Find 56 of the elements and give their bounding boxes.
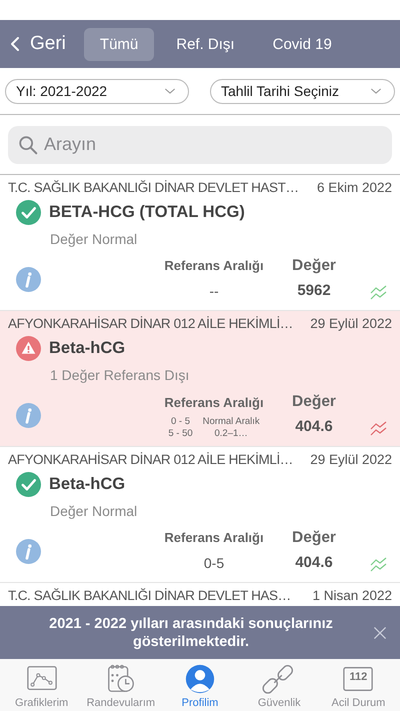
tab-bar-item[interactable]: Profilim xyxy=(160,659,240,711)
filter-tab[interactable]: Ref. Dışı xyxy=(160,28,251,60)
column-label: Değer xyxy=(292,392,336,412)
banner-message: 2021 - 2022 yılları arasındaki sonuçlarınız gösterilmektedir. xyxy=(48,614,334,650)
info-icon[interactable] xyxy=(16,266,41,292)
result-date: 29 Eylül 2022 xyxy=(310,316,392,331)
search-icon xyxy=(17,134,39,156)
result-summary: Değer Normal xyxy=(49,502,138,521)
column-label: Değer xyxy=(292,256,336,276)
reference-range: 5 - 50 xyxy=(168,428,193,440)
result-date: 29 Eylül 2022 xyxy=(310,452,392,467)
result-value: 5962 xyxy=(297,281,331,301)
column-label: Değer xyxy=(292,528,336,548)
reference-range: -- xyxy=(209,282,219,301)
check-circle-icon xyxy=(16,472,41,497)
warning-icon xyxy=(16,336,41,361)
check-circle-icon xyxy=(16,200,41,225)
lab-name: AFYONKARAHİSAR DİNAR 012 AİLE HEKİMLİ… xyxy=(8,316,293,331)
result-date: 6 Ekim 2022 xyxy=(316,180,392,195)
tab-bar-item[interactable]: Grafiklerim xyxy=(2,659,82,711)
reference-range: Normal Aralık xyxy=(202,416,260,428)
filter-tab[interactable]: Covid 19 xyxy=(256,28,348,60)
info-icon[interactable] xyxy=(16,538,41,564)
result-summary: 1 Değer Referans Dışı xyxy=(49,366,190,385)
info-icon[interactable] xyxy=(16,402,41,428)
back-button[interactable]: Geri xyxy=(8,33,66,55)
result-summary: Değer Normal xyxy=(49,230,138,249)
column-label: Referans Aralığı xyxy=(164,257,264,275)
result-value: 404.6 xyxy=(295,553,333,573)
reference-range: 0 - 5 xyxy=(170,416,191,428)
column-label: Referans Aralığı xyxy=(164,529,264,547)
result-value: 404.6 xyxy=(295,417,333,437)
dropdown[interactable]: Yıl: 2021-2022 xyxy=(5,78,189,104)
tab-bar-item[interactable]: 112 Acil Durum xyxy=(318,659,398,711)
test-name: BETA-HCG (TOTAL HCG) xyxy=(49,203,245,222)
column-label: Referans Aralığı xyxy=(164,394,264,412)
lab-name: T.C. SAĞLIK BAKANLIĞI DİNAR DEVLET HAST… xyxy=(8,180,299,195)
tab-bar-item[interactable]: Randevularım xyxy=(81,659,160,711)
filter-tab[interactable]: Tümü xyxy=(84,28,154,60)
reference-range: 0-5 xyxy=(204,554,224,573)
lab-name: T.C. SAĞLIK BAKANLIĞI DİNAR DEVLET HAS… xyxy=(8,588,291,603)
result-card[interactable]: AFYONKARAHİSAR DİNAR 012 AİLE HEKİMLİ… 29 Eylül 2022 Beta-hCG Değer Normal Referans Aralığı 0-5 Değer 404.6 xyxy=(0,447,400,583)
dropdown[interactable]: Tahlil Tarihi Seçiniz xyxy=(210,78,395,104)
search-field[interactable]: Arayın xyxy=(8,126,392,164)
result-date: 1 Nisan 2022 xyxy=(312,588,392,603)
test-name: Beta-hCG xyxy=(49,475,126,494)
reference-range: 0.2–1… xyxy=(214,428,249,440)
emergency-number: 112 xyxy=(348,670,368,682)
trend-chart-icon[interactable] xyxy=(369,282,388,302)
test-name: Beta-hCG xyxy=(49,339,126,358)
close-icon[interactable] xyxy=(372,624,388,640)
trend-chart-icon[interactable] xyxy=(369,554,388,574)
trend-chart-icon[interactable] xyxy=(369,418,388,438)
lab-name: AFYONKARAHİSAR DİNAR 012 AİLE HEKİMLİ… xyxy=(8,452,293,467)
result-card[interactable]: AFYONKARAHİSAR DİNAR 012 AİLE HEKİMLİ… 29 Eylül 2022 Beta-hCG 1 Değer Referans Dışı Referans Aralığı 0 - 5 Normal Aralık 5 - 50 0.2–1… Değer 404.6 xyxy=(0,311,400,447)
tab-bar-item[interactable]: Güvenlik xyxy=(240,659,319,711)
